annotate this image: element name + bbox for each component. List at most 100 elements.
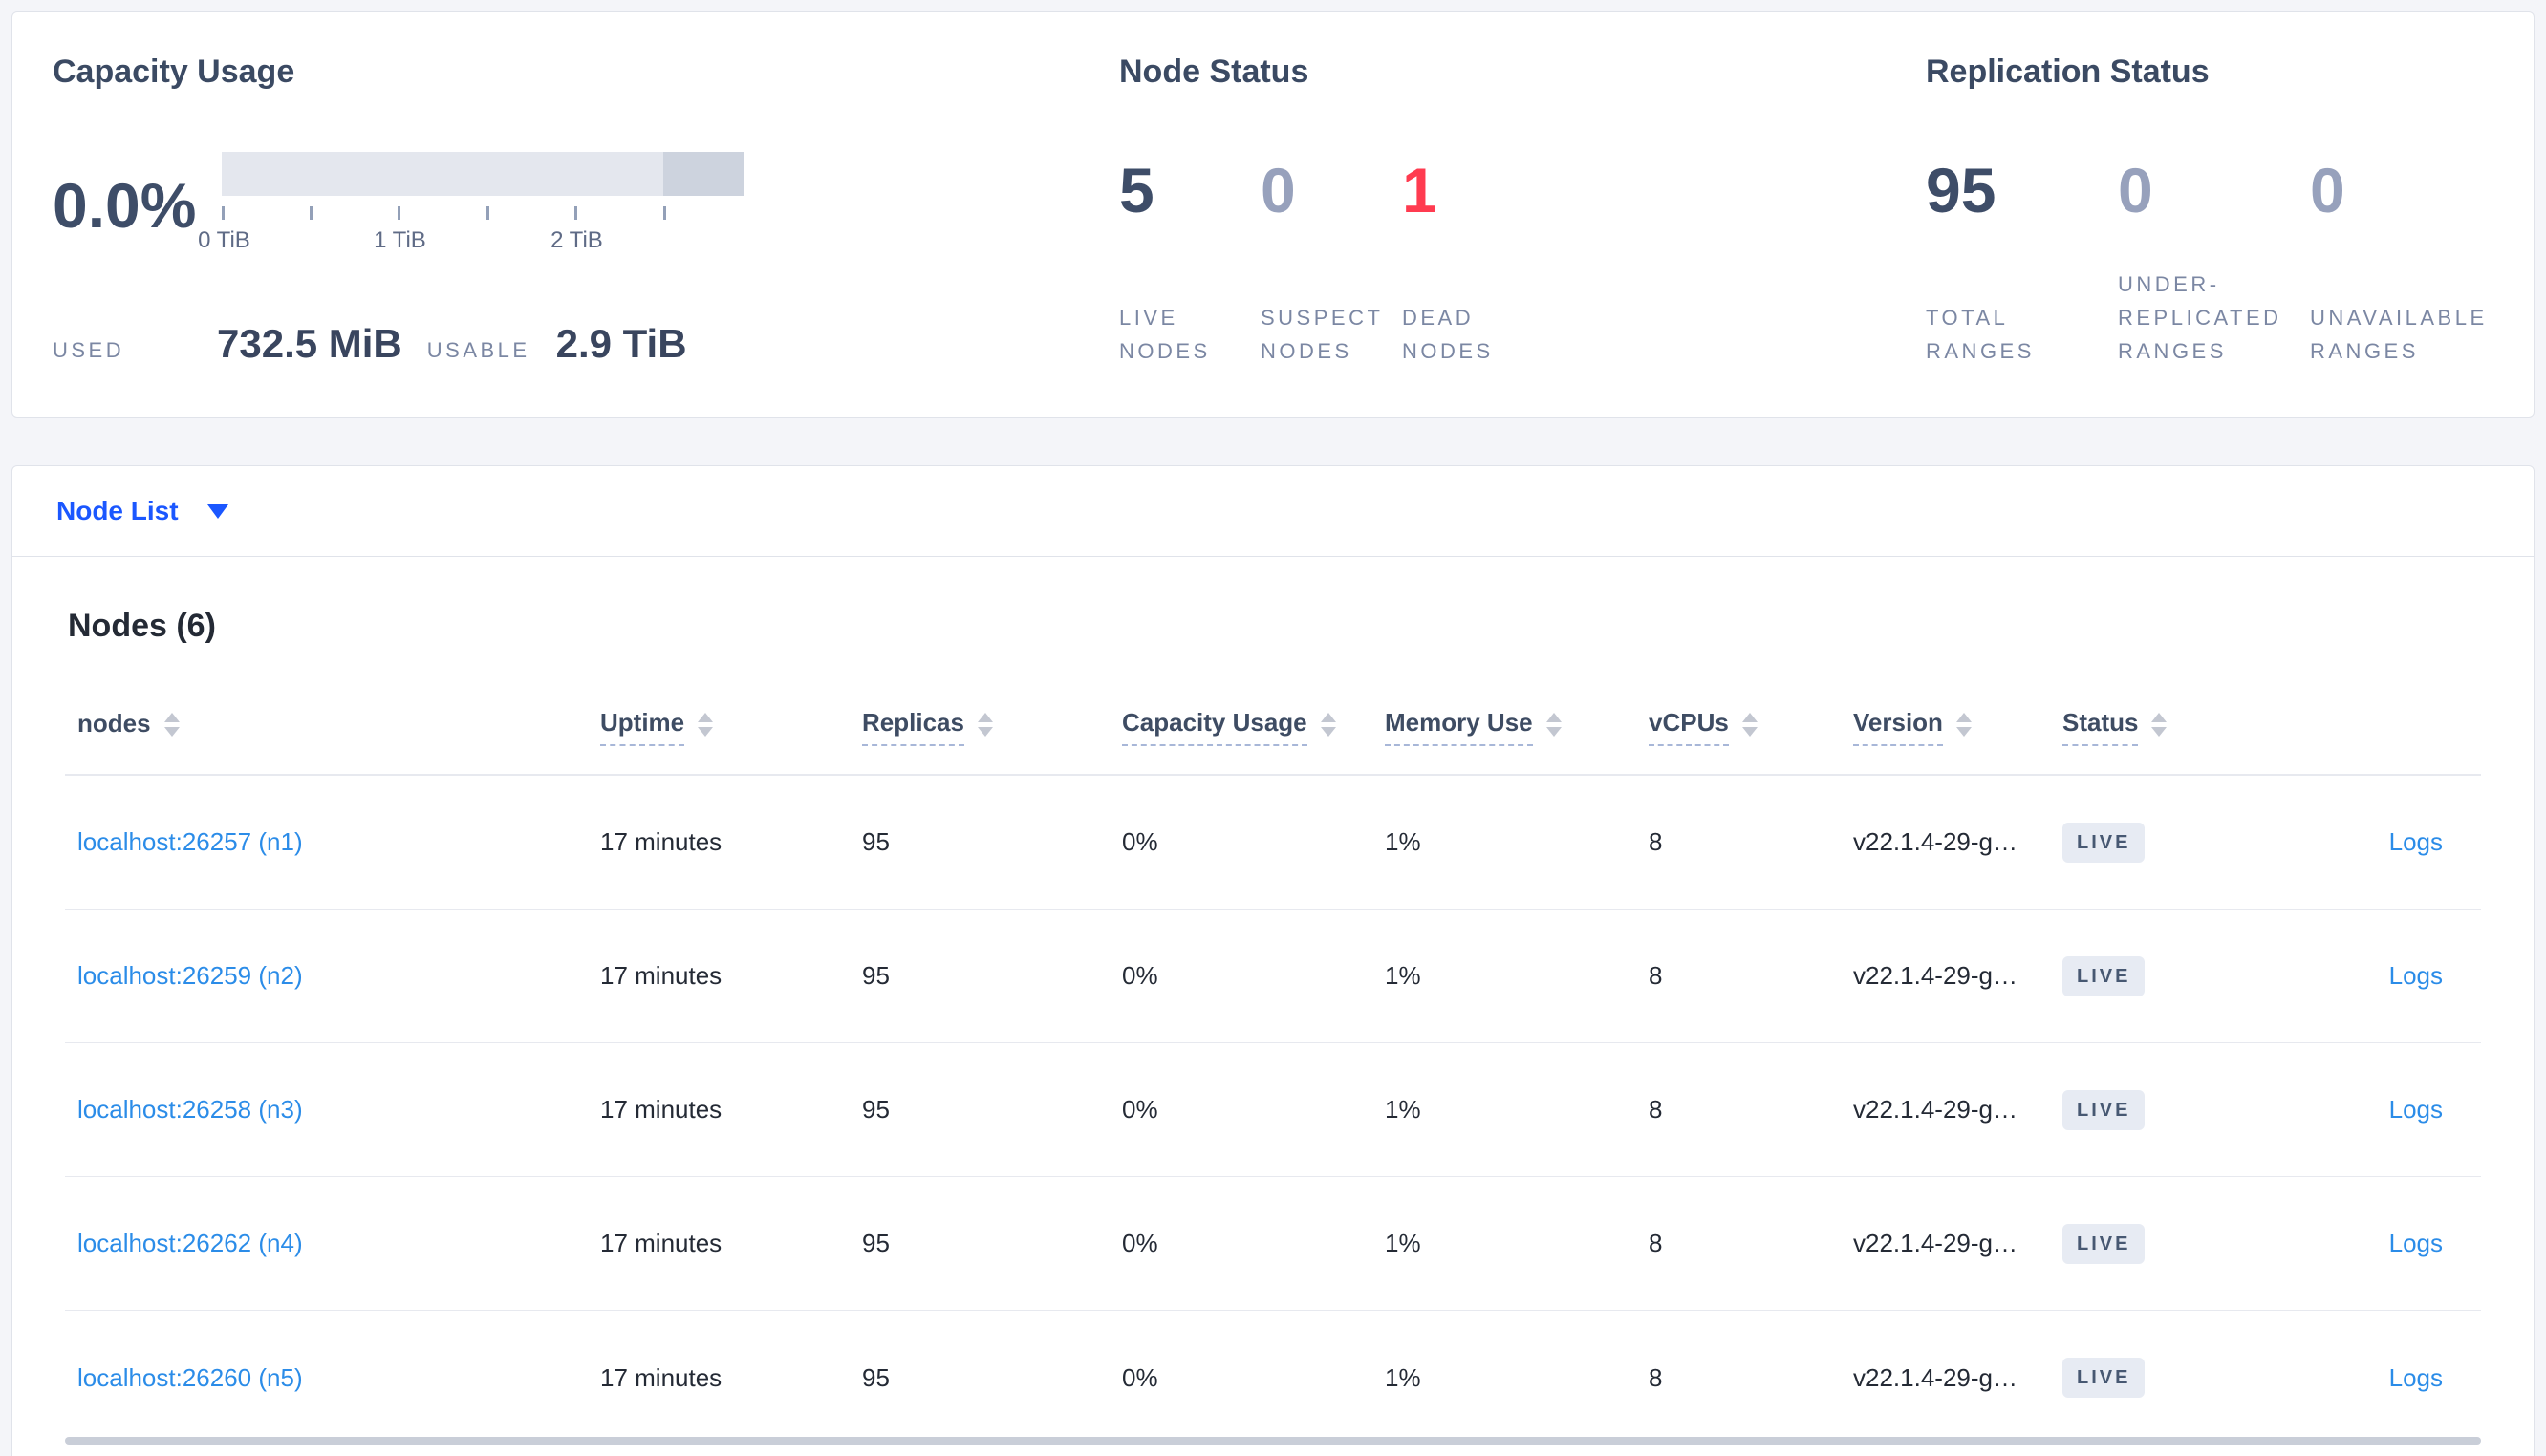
column-header-memory-use[interactable]: Memory Use xyxy=(1385,708,1649,746)
replication-status-section: Replication Status 95 TOTAL RANGES 0 UND… xyxy=(1926,51,2502,417)
node-link[interactable]: localhost:26258 (n3) xyxy=(77,1095,303,1124)
node-link[interactable]: localhost:26257 (n1) xyxy=(77,827,303,856)
replicas-cell: 95 xyxy=(862,1362,890,1392)
column-header-version[interactable]: Version xyxy=(1853,708,2062,746)
sort-icon xyxy=(1320,713,1336,737)
sort-icon xyxy=(1955,713,1972,737)
capacity-usage-cell: 0% xyxy=(1122,827,1158,856)
axis-label: 0 TiB xyxy=(198,227,250,253)
chevron-down-icon xyxy=(206,503,228,519)
vcpus-cell: 8 xyxy=(1649,1362,1663,1392)
dead-nodes-value: 1 xyxy=(1402,155,1437,225)
column-header-status[interactable]: Status xyxy=(2062,708,2275,746)
node-list-dropdown[interactable]: Node List xyxy=(56,496,228,526)
horizontal-scrollbar[interactable] xyxy=(65,1437,2481,1445)
sort-icon xyxy=(1545,713,1562,737)
node-link[interactable]: localhost:26259 (n2) xyxy=(77,961,303,990)
replicas-cell: 95 xyxy=(862,1229,890,1257)
sort-icon xyxy=(698,713,714,737)
logs-link[interactable]: Logs xyxy=(2389,1229,2443,1257)
nodes-table-header: nodes Uptime Replicas Capacity Usage Mem… xyxy=(65,700,2481,754)
node-link[interactable]: localhost:26260 (n5) xyxy=(77,1363,303,1392)
version-cell: v22.1.4-29-g… xyxy=(1853,827,2017,856)
capacity-usage-cell: 0% xyxy=(1122,1362,1158,1392)
unavailable-ranges-stat: 0 UNAVAILABLE RANGES xyxy=(2310,150,2502,368)
capacity-used-usable-row: USED 732.5 MiB USABLE 2.9 TiB xyxy=(53,321,1119,367)
node-status-section: Node Status 5 LIVE NODES 0 SUSPECT NODES… xyxy=(1119,51,1926,417)
used-label: USED xyxy=(53,338,125,362)
unavailable-ranges-label: UNAVAILABLE RANGES xyxy=(2310,306,2488,363)
version-cell: v22.1.4-29-g… xyxy=(1853,1229,2017,1257)
replication-stats: 95 TOTAL RANGES 0 UNDER-REPLICATED RANGE… xyxy=(1926,150,2502,368)
axis-label: 2 TiB xyxy=(550,227,603,253)
capacity-usage-cell: 0% xyxy=(1122,1229,1158,1257)
suspect-nodes-stat: 0 SUSPECT NODES xyxy=(1261,150,1402,368)
column-header-capacity-usage[interactable]: Capacity Usage xyxy=(1122,708,1385,746)
live-nodes-label: LIVE NODES xyxy=(1119,306,1211,363)
capacity-usage-cell: 0% xyxy=(1122,961,1158,990)
memory-use-cell: 1% xyxy=(1385,961,1421,990)
uptime-cell: 17 minutes xyxy=(600,1095,723,1124)
suspect-nodes-label: SUSPECT NODES xyxy=(1261,306,1384,363)
used-value: 732.5 MiB xyxy=(217,321,402,366)
replicas-cell: 95 xyxy=(862,827,890,856)
table-row: localhost:26262 (n4) 17 minutes 95 0% 1%… xyxy=(65,1177,2481,1311)
memory-use-cell: 1% xyxy=(1385,1229,1421,1257)
axis-tick xyxy=(574,206,578,220)
capacity-usage-section: Capacity Usage 0.0% 0 TiB 1 TiB 2 TiB US… xyxy=(53,51,1119,417)
replication-status-title: Replication Status xyxy=(1926,54,2210,90)
version-cell: v22.1.4-29-g… xyxy=(1853,961,2017,990)
cluster-summary-card: Capacity Usage 0.0% 0 TiB 1 TiB 2 TiB US… xyxy=(11,11,2535,418)
nodes-table-title: Nodes (6) xyxy=(68,608,216,644)
node-status-stats: 5 LIVE NODES 0 SUSPECT NODES 1 DEAD NODE… xyxy=(1119,150,1926,368)
under-replicated-ranges-label: UNDER-REPLICATED RANGES xyxy=(2118,272,2282,363)
table-row: localhost:26258 (n3) 17 minutes 95 0% 1%… xyxy=(65,1043,2481,1177)
axis-label: 1 TiB xyxy=(374,227,426,253)
status-badge: LIVE xyxy=(2062,822,2146,863)
dead-nodes-stat: 1 DEAD NODES xyxy=(1402,150,1543,368)
column-header-replicas[interactable]: Replicas xyxy=(862,708,1122,746)
sort-icon xyxy=(2151,713,2168,737)
under-replicated-ranges-value: 0 xyxy=(2118,155,2153,225)
unavailable-ranges-value: 0 xyxy=(2310,155,2345,225)
memory-use-cell: 1% xyxy=(1385,827,1421,856)
axis-tick xyxy=(222,206,226,220)
live-nodes-stat: 5 LIVE NODES xyxy=(1119,150,1261,368)
version-cell: v22.1.4-29-g… xyxy=(1853,1095,2017,1124)
vcpus-cell: 8 xyxy=(1649,961,1663,990)
logs-link[interactable]: Logs xyxy=(2389,1363,2443,1392)
logs-link[interactable]: Logs xyxy=(2389,827,2443,856)
capacity-axis-ticks xyxy=(222,206,744,220)
memory-use-cell: 1% xyxy=(1385,1362,1421,1392)
under-replicated-ranges-stat: 0 UNDER-REPLICATED RANGES xyxy=(2118,150,2310,368)
capacity-bar-nonusable-segment xyxy=(663,152,744,196)
axis-tick xyxy=(663,206,667,220)
cluster-overview-page: Capacity Usage 0.0% 0 TiB 1 TiB 2 TiB US… xyxy=(0,0,2546,1456)
total-ranges-value: 95 xyxy=(1926,155,1996,225)
node-link[interactable]: localhost:26262 (n4) xyxy=(77,1229,303,1257)
dead-nodes-label: DEAD NODES xyxy=(1402,306,1494,363)
table-row: localhost:26259 (n2) 17 minutes 95 0% 1%… xyxy=(65,910,2481,1043)
sort-icon xyxy=(163,713,180,737)
nodes-table-card: Nodes (6) nodes Uptime Replicas Capacity… xyxy=(11,557,2535,1456)
status-badge: LIVE xyxy=(2062,955,2146,996)
logs-link[interactable]: Logs xyxy=(2389,961,2443,990)
vcpus-cell: 8 xyxy=(1649,1229,1663,1257)
vcpus-cell: 8 xyxy=(1649,1095,1663,1124)
sort-icon xyxy=(1741,713,1758,737)
axis-tick xyxy=(398,206,401,220)
column-header-nodes[interactable]: nodes xyxy=(65,709,600,745)
total-ranges-stat: 95 TOTAL RANGES xyxy=(1926,150,2118,368)
table-row: localhost:26260 (n5) 17 minutes 95 0% 1%… xyxy=(65,1311,2481,1445)
logs-link[interactable]: Logs xyxy=(2389,1095,2443,1124)
capacity-percent-value: 0.0% xyxy=(53,169,197,241)
column-header-vcpus[interactable]: vCPUs xyxy=(1649,708,1853,746)
capacity-axis-labels: 0 TiB 1 TiB 2 TiB xyxy=(198,227,744,258)
node-list-dropdown-label: Node List xyxy=(56,496,179,525)
column-header-uptime[interactable]: Uptime xyxy=(600,708,862,746)
usable-label: USABLE xyxy=(426,338,530,362)
replicas-cell: 95 xyxy=(862,961,890,990)
capacity-usage-title: Capacity Usage xyxy=(53,54,295,90)
capacity-gauge: 0.0% 0 TiB 1 TiB 2 TiB xyxy=(53,152,1119,258)
usable-value: 2.9 TiB xyxy=(555,321,687,366)
